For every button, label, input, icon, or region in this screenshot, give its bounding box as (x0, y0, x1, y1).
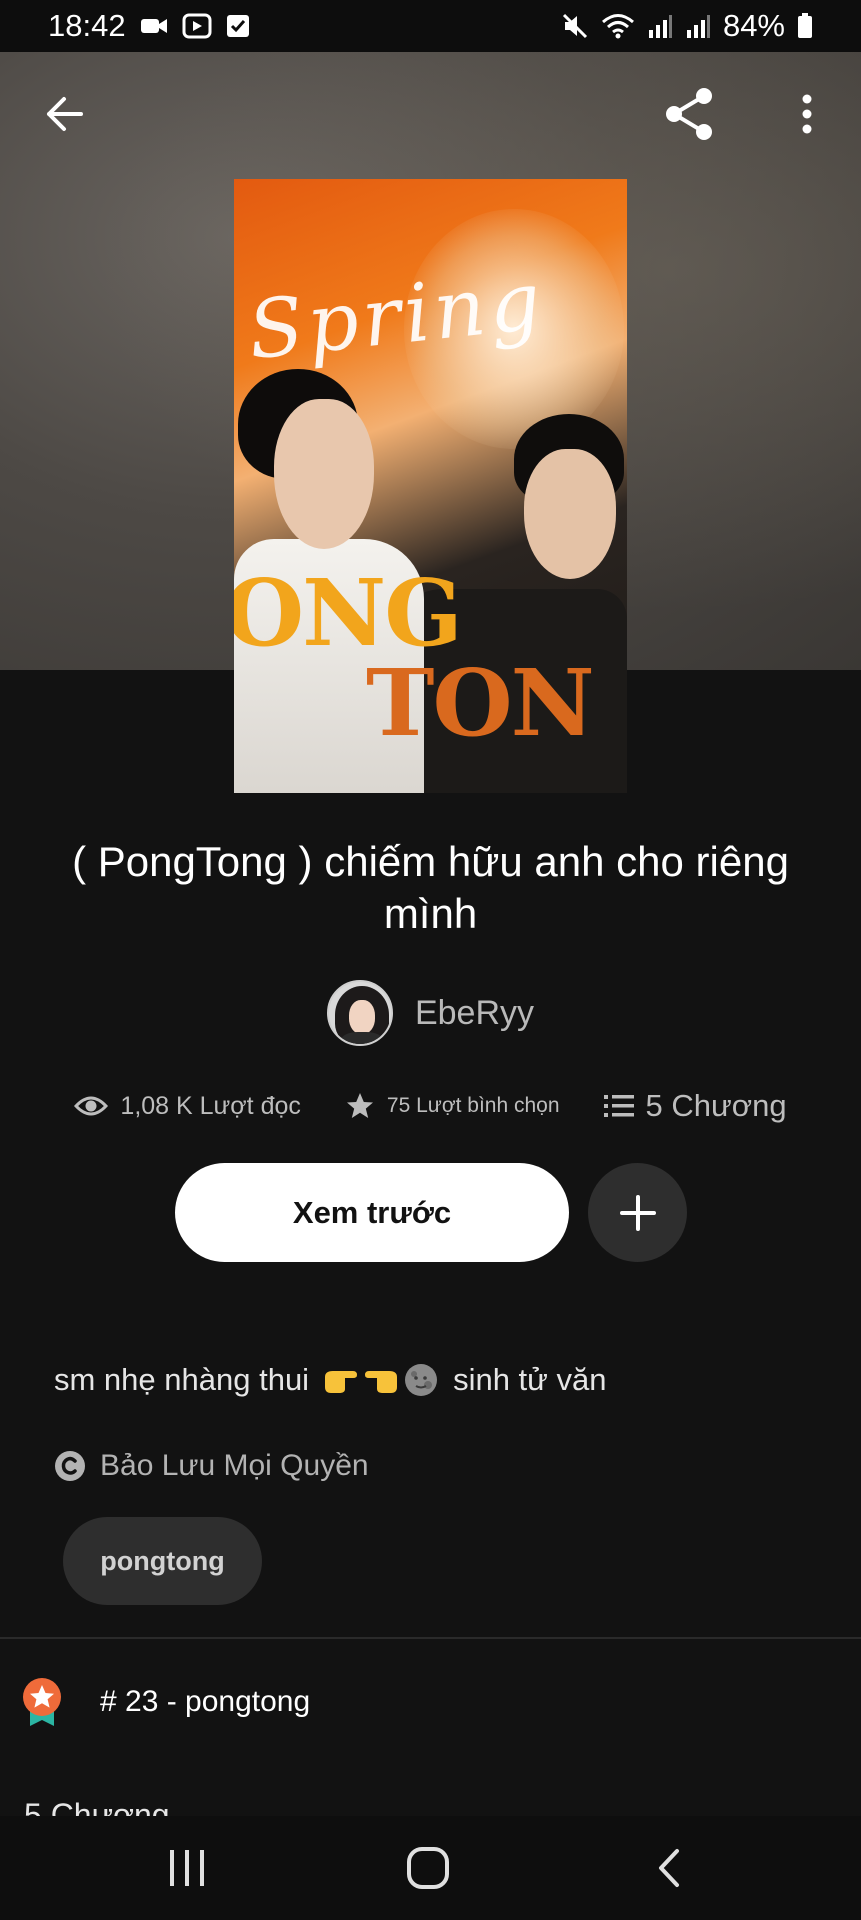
battery-icon (797, 13, 813, 39)
copyright-icon (55, 1451, 85, 1481)
reads-stat: 1,08 K Lượt đọc (74, 1091, 301, 1121)
chevron-left-icon (659, 1849, 679, 1887)
tag-chip[interactable]: pongtong (63, 1517, 262, 1605)
status-left: 18:42 (48, 8, 250, 44)
screen-recorder-icon (182, 13, 212, 39)
pointing-left-emoji-icon (363, 1362, 399, 1398)
story-stats: 1,08 K Lượt đọc 75 Lượt bình chọn 5 Chươ… (0, 1088, 861, 1124)
wifi-icon (601, 13, 635, 39)
share-icon (666, 88, 712, 140)
status-time: 18:42 (48, 8, 126, 43)
mute-icon (561, 12, 589, 40)
votes-count: 75 Lượt bình chọn (386, 1094, 560, 1117)
status-bar: 18:42 84% (0, 0, 861, 52)
list-icon (603, 1095, 634, 1117)
author-name[interactable]: EbeRyy (415, 994, 534, 1033)
add-to-library-button[interactable] (588, 1163, 687, 1262)
plus-icon (619, 1194, 656, 1231)
more-vertical-icon (802, 94, 812, 134)
status-right: 84% (561, 8, 813, 44)
story-description: sm nhẹ nhàng thui sinh tử văn (54, 1362, 607, 1398)
action-row: Xem trước (0, 1163, 861, 1263)
moon-face-emoji-icon (403, 1362, 439, 1398)
battery-percent: 84% (722, 8, 785, 43)
divider (0, 1637, 861, 1639)
description-text-start: sm nhẹ nhàng thui (54, 1362, 310, 1397)
star-icon (346, 1093, 373, 1118)
author-row[interactable]: EbeRyy (0, 980, 861, 1046)
video-call-icon (140, 15, 168, 37)
home-button[interactable] (383, 1830, 473, 1906)
reads-count: 1,08 K Lượt đọc (120, 1091, 301, 1120)
ranking-text: # 23 - pongtong (100, 1685, 311, 1718)
copyright-text: Bảo Lưu Mọi Quyền (100, 1449, 369, 1482)
home-icon (407, 1847, 449, 1889)
checkbox-icon (226, 14, 250, 38)
cover-word-2: TON (366, 649, 595, 757)
recent-apps-icon (170, 1850, 204, 1886)
signal-icon-2 (685, 14, 711, 38)
author-avatar[interactable] (326, 980, 393, 1046)
more-options-button[interactable] (775, 82, 839, 146)
share-button[interactable] (658, 82, 722, 146)
parts-stat: 5 Chương (603, 1088, 787, 1124)
pointing-right-emoji-icon (323, 1362, 359, 1398)
copyright-row: Bảo Lưu Mọi Quyền (54, 1449, 369, 1483)
eye-icon (74, 1096, 109, 1116)
parts-count: 5 Chương (645, 1088, 787, 1123)
story-title: ( PongTong ) chiếm hữu anh cho riêng mìn… (72, 838, 789, 937)
story-cover-image[interactable]: Spring ONG TON (234, 179, 627, 793)
description-text-end: sinh tử văn (453, 1362, 607, 1397)
preview-button[interactable]: Xem trước (175, 1163, 569, 1262)
rank-badge-icon (23, 1678, 61, 1726)
recent-apps-button[interactable] (142, 1830, 232, 1906)
system-back-button[interactable] (624, 1830, 714, 1906)
arrow-left-icon (47, 97, 83, 131)
ranking-row[interactable]: # 23 - pongtong (20, 1676, 310, 1728)
parts-heading: 5 Chương (24, 1797, 170, 1816)
signal-icon (647, 14, 673, 38)
system-navigation-bar (0, 1816, 861, 1920)
back-button[interactable] (32, 82, 96, 146)
votes-stat: 75 Lượt bình chọn (345, 1091, 560, 1121)
